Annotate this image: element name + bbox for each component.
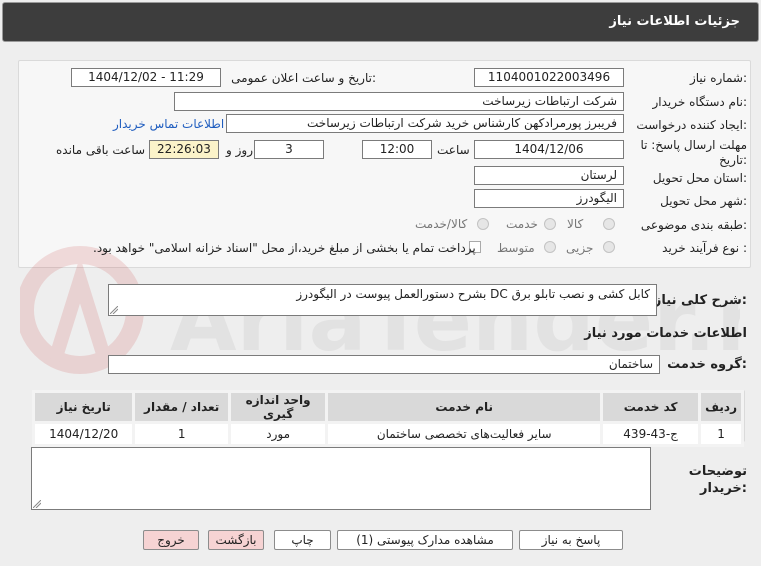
category-option-service: خدمت — [506, 217, 538, 231]
requester-field[interactable]: فریبرز پورمرادکهن کارشناس خرید شرکت ارتب… — [226, 114, 624, 133]
days-field[interactable]: 3 — [254, 140, 324, 159]
service-group-field[interactable]: ساختمان — [108, 355, 660, 374]
cell-row-number: 1 — [698, 421, 744, 447]
buyer-org-label: نام دستگاه خریدار: — [652, 95, 748, 109]
col-header-unit: واحد اندازه گیری — [227, 390, 329, 424]
process-type-label: نوع فرآیند خرید : — [662, 241, 747, 255]
services-table-header: ردیف کد خدمت نام خدمت واحد اندازه گیری ت… — [31, 390, 744, 424]
city-label: شهر محل تحویل: — [660, 194, 747, 208]
col-header-name: نام خدمت — [325, 390, 604, 424]
cell-quantity: 1 — [132, 421, 231, 447]
requester-label: ایجاد کننده درخواست: — [636, 118, 747, 132]
process-radio-medium[interactable] — [544, 241, 556, 253]
need-number-field[interactable]: 1104001022003496 — [474, 68, 624, 87]
table-row[interactable]: 1 ج-43-439 سایر فعالیت‌های تخصصی ساختمان… — [31, 421, 744, 447]
col-header-row: ردیف — [698, 390, 744, 424]
window-title: جزئیات اطلاعات نیاز — [609, 14, 740, 29]
services-table: ردیف کد خدمت نام خدمت واحد اندازه گیری ت… — [31, 390, 744, 447]
cell-need-date: 1404/12/20 — [31, 421, 136, 447]
col-header-date: تاریخ نیاز — [31, 390, 136, 424]
deadline-date-field[interactable]: 1404/12/06 — [474, 140, 624, 159]
process-option-minor: جزیی — [566, 241, 594, 255]
deadline-label: مهلت ارسال پاسخ: تا تاریخ: — [640, 138, 747, 167]
buyer-org-field[interactable]: شرکت ارتباطات زیرساخت — [174, 92, 624, 111]
process-radio-minor[interactable] — [603, 241, 615, 253]
notes-resize-handle-icon[interactable] — [33, 500, 41, 508]
category-radio-goods[interactable] — [603, 218, 615, 230]
province-field[interactable]: لرستان — [474, 166, 624, 185]
buyer-contact-link[interactable]: اطلاعات تماس خریدار — [113, 117, 224, 131]
col-header-code: کد خدمت — [600, 390, 702, 424]
province-label: استان محل تحویل: — [652, 171, 747, 185]
category-option-goods: کالا — [567, 217, 584, 231]
service-group-label: گروه خدمت: — [667, 357, 747, 372]
announce-label: تاریخ و ساعت اعلان عمومی: — [231, 71, 376, 85]
deadline-time-label: ساعت — [437, 143, 470, 157]
cell-service-code: ج-43-439 — [600, 421, 702, 447]
buyer-notes-label: توضیحات خریدار: — [688, 464, 747, 496]
view-attachments-button[interactable]: مشاهده مدارک پیوستی (1) — [337, 530, 513, 550]
services-section-title: اطلاعات خدمات مورد نیاز — [584, 326, 747, 341]
reply-button[interactable]: پاسخ به نیاز — [519, 530, 623, 550]
back-button[interactable]: بازگشت — [208, 530, 264, 550]
summary-label: شرح کلی نیاز: — [653, 293, 747, 308]
window-titlebar: جزئیات اطلاعات نیاز — [2, 2, 759, 42]
exit-button[interactable]: خروج — [143, 530, 199, 550]
days-label: روز و — [226, 143, 253, 157]
buyer-notes-field[interactable] — [31, 447, 651, 510]
treasury-payment-note: پرداخت تمام یا بخشی از مبلغ خرید،از محل … — [93, 241, 476, 255]
resize-handle-icon[interactable] — [110, 306, 118, 314]
city-field[interactable]: الیگودرز — [474, 189, 624, 208]
summary-text: کابل کشی و نصب تابلو برق DC بشرح دستورال… — [296, 287, 650, 301]
category-radio-goods-service[interactable] — [477, 218, 489, 230]
deadline-time-field[interactable]: 12:00 — [362, 140, 432, 159]
process-option-medium: متوسط — [497, 241, 535, 255]
summary-field[interactable]: کابل کشی و نصب تابلو برق DC بشرح دستورال… — [108, 284, 657, 316]
print-button[interactable]: چاپ — [274, 530, 331, 550]
remaining-time-field: 22:26:03 — [149, 140, 219, 159]
need-number-label: شماره نیاز: — [689, 71, 747, 85]
cell-service-name: سایر فعالیت‌های تخصصی ساختمان — [325, 421, 604, 447]
cell-unit: مورد — [227, 421, 329, 447]
remaining-time-label: ساعت باقی مانده — [56, 143, 146, 157]
category-option-goods-service: کالا/خدمت — [415, 217, 468, 231]
category-label: طبقه بندی موضوعی: — [640, 218, 747, 232]
col-header-quantity: تعداد / مقدار — [132, 390, 231, 424]
category-radio-service[interactable] — [544, 218, 556, 230]
announce-field[interactable]: 1404/12/02 - 11:29 — [71, 68, 221, 87]
